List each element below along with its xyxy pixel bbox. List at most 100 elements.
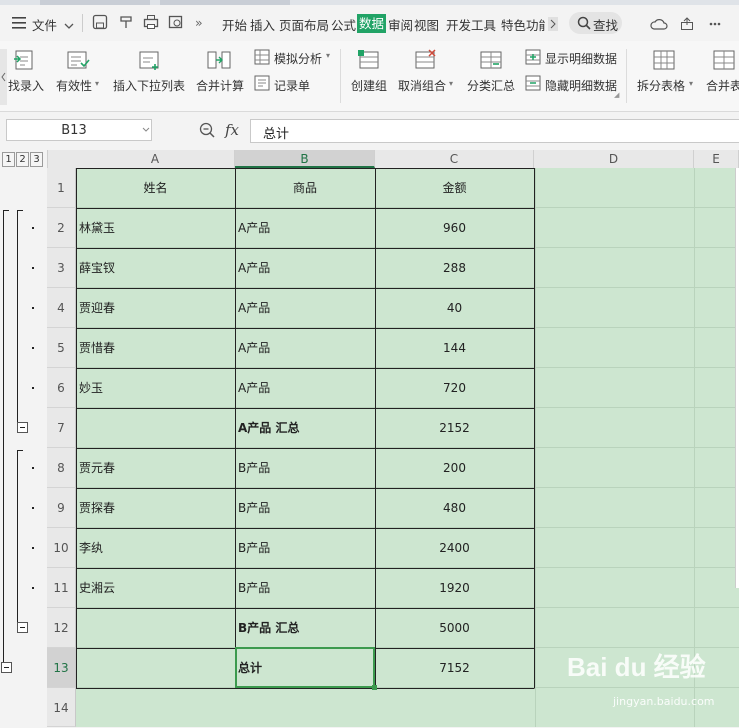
tab-page-layout[interactable]: 页面布局 bbox=[279, 15, 329, 34]
row-header[interactable]: 3 bbox=[47, 248, 76, 288]
outline-level-1[interactable]: 1 bbox=[2, 152, 15, 167]
cell-b11[interactable]: B产品 bbox=[235, 568, 375, 608]
cell-a14[interactable] bbox=[76, 688, 235, 727]
file-menu[interactable]: 文件 bbox=[32, 15, 57, 34]
cell-b10[interactable]: B产品 bbox=[235, 528, 375, 568]
show-detail-button[interactable]: 显示明细数据 bbox=[545, 50, 617, 67]
row-header[interactable]: 1 bbox=[47, 168, 76, 208]
chevron-down-icon[interactable] bbox=[64, 19, 74, 33]
collapse-group-a-icon[interactable] bbox=[17, 422, 28, 433]
insert-dropdown-button[interactable]: 插入下拉列表 bbox=[113, 77, 185, 94]
cell-c10[interactable]: 2400 bbox=[375, 528, 534, 568]
group-icon[interactable] bbox=[357, 49, 381, 71]
row-header[interactable]: 13 bbox=[47, 648, 76, 688]
cell-a11[interactable]: 史湘云 bbox=[76, 568, 235, 608]
tab-formula[interactable]: 公式 bbox=[331, 15, 356, 34]
fx-icon[interactable]: fx bbox=[225, 121, 239, 139]
cell-c13[interactable]: 7152 bbox=[375, 648, 534, 688]
cell-b4[interactable]: A产品 bbox=[235, 288, 375, 328]
subtotal-button[interactable]: 分类汇总 bbox=[467, 77, 515, 94]
cell-b3[interactable]: A产品 bbox=[235, 248, 375, 288]
column-header-d[interactable]: D bbox=[534, 150, 694, 168]
cell-c9[interactable]: 480 bbox=[375, 488, 534, 528]
import-button[interactable]: 找录入 bbox=[8, 77, 44, 94]
column-header-e[interactable]: E bbox=[694, 150, 739, 168]
record-form-button[interactable]: 记录单 bbox=[274, 77, 310, 94]
ungroup-icon[interactable] bbox=[413, 49, 437, 71]
row-header[interactable]: 8 bbox=[47, 448, 76, 488]
hide-detail-icon[interactable] bbox=[525, 75, 541, 91]
formula-input[interactable]: 总计 bbox=[250, 119, 739, 143]
cell-c5[interactable]: 144 bbox=[375, 328, 534, 368]
show-detail-icon[interactable] bbox=[525, 49, 541, 65]
cell-c6[interactable]: 720 bbox=[375, 368, 534, 408]
cell-a8[interactable]: 贾元春 bbox=[76, 448, 235, 488]
zoom-icon[interactable] bbox=[199, 122, 215, 138]
tab-data[interactable]: 数据 bbox=[357, 14, 387, 33]
cell-b1[interactable]: 商品 bbox=[235, 168, 375, 208]
share-icon[interactable] bbox=[680, 17, 694, 34]
merge-table-icon[interactable] bbox=[712, 49, 736, 71]
row-header[interactable]: 6 bbox=[47, 368, 76, 408]
row-header[interactable]: 9 bbox=[47, 488, 76, 528]
dropdown-list-icon[interactable] bbox=[138, 49, 162, 71]
ungroup-button[interactable]: 取消组合 bbox=[398, 77, 446, 94]
vertical-scrollbar[interactable] bbox=[735, 168, 739, 588]
cell-a7[interactable] bbox=[76, 408, 235, 448]
tab-special[interactable]: 特色功能 bbox=[501, 15, 545, 34]
caret-down-icon[interactable]: ▾ bbox=[689, 79, 693, 88]
more-options-icon[interactable] bbox=[708, 17, 722, 34]
row-header[interactable]: 10 bbox=[47, 528, 76, 568]
caret-down-icon[interactable]: ▾ bbox=[95, 79, 99, 88]
cell-b2[interactable]: A产品 bbox=[235, 208, 375, 248]
collapse-group-b-icon[interactable] bbox=[17, 622, 28, 633]
subtotal-icon[interactable] bbox=[479, 49, 503, 71]
name-box[interactable]: B13 bbox=[6, 119, 152, 141]
dialog-launcher-icon[interactable]: ◢ bbox=[614, 91, 619, 99]
cell-a1[interactable]: 姓名 bbox=[76, 168, 235, 208]
tab-home[interactable]: 开始 bbox=[222, 15, 247, 34]
cell-b6[interactable]: A产品 bbox=[235, 368, 375, 408]
validity-button[interactable]: 有效性 bbox=[56, 77, 92, 94]
ribbon-scroll-left-icon[interactable] bbox=[0, 49, 7, 105]
tab-view[interactable]: 视图 bbox=[414, 15, 439, 34]
cell-b8[interactable]: B产品 bbox=[235, 448, 375, 488]
cell-b5[interactable]: A产品 bbox=[235, 328, 375, 368]
split-table-icon[interactable] bbox=[652, 49, 676, 71]
cell-b14[interactable] bbox=[235, 688, 375, 727]
row-header[interactable]: 5 bbox=[47, 328, 76, 368]
cell-c8[interactable]: 200 bbox=[375, 448, 534, 488]
row-header[interactable]: 7 bbox=[47, 408, 76, 448]
cell-a6[interactable]: 妙玉 bbox=[76, 368, 235, 408]
cell-c3[interactable]: 288 bbox=[375, 248, 534, 288]
import-icon[interactable] bbox=[12, 49, 36, 71]
cell-b9[interactable]: B产品 bbox=[235, 488, 375, 528]
row-header[interactable]: 11 bbox=[47, 568, 76, 608]
cell-a3[interactable]: 薛宝钗 bbox=[76, 248, 235, 288]
cell-c12[interactable]: 5000 bbox=[375, 608, 534, 648]
data-validity-icon[interactable] bbox=[66, 49, 90, 71]
save-icon[interactable] bbox=[92, 14, 108, 30]
column-header-b[interactable]: B bbox=[235, 150, 375, 168]
outline-level-3[interactable]: 3 bbox=[30, 152, 43, 167]
what-if-button[interactable]: 模拟分析 bbox=[274, 50, 322, 67]
cell-a4[interactable]: 贾迎春 bbox=[76, 288, 235, 328]
caret-down-icon[interactable]: ▾ bbox=[326, 51, 330, 60]
print-preview-icon[interactable] bbox=[168, 14, 184, 30]
column-header-a[interactable]: A bbox=[76, 150, 235, 168]
cell-a12[interactable] bbox=[76, 608, 235, 648]
cell-a5[interactable]: 贾惜春 bbox=[76, 328, 235, 368]
cell-b7[interactable]: A产品 汇总 bbox=[235, 408, 375, 448]
column-header-c[interactable]: C bbox=[375, 150, 534, 168]
cell-a9[interactable]: 贾探春 bbox=[76, 488, 235, 528]
fill-handle[interactable] bbox=[372, 685, 377, 690]
row-header[interactable]: 2 bbox=[47, 208, 76, 248]
cell-a2[interactable]: 林黛玉 bbox=[76, 208, 235, 248]
row-header[interactable]: 14 bbox=[47, 688, 76, 727]
format-painter-icon[interactable] bbox=[118, 14, 134, 30]
cell-b12[interactable]: B产品 汇总 bbox=[235, 608, 375, 648]
consolidate-icon[interactable] bbox=[207, 49, 231, 71]
tab-developer[interactable]: 开发工具 bbox=[446, 15, 496, 34]
create-group-button[interactable]: 创建组 bbox=[351, 77, 387, 94]
tab-insert[interactable]: 插入 bbox=[250, 15, 275, 34]
